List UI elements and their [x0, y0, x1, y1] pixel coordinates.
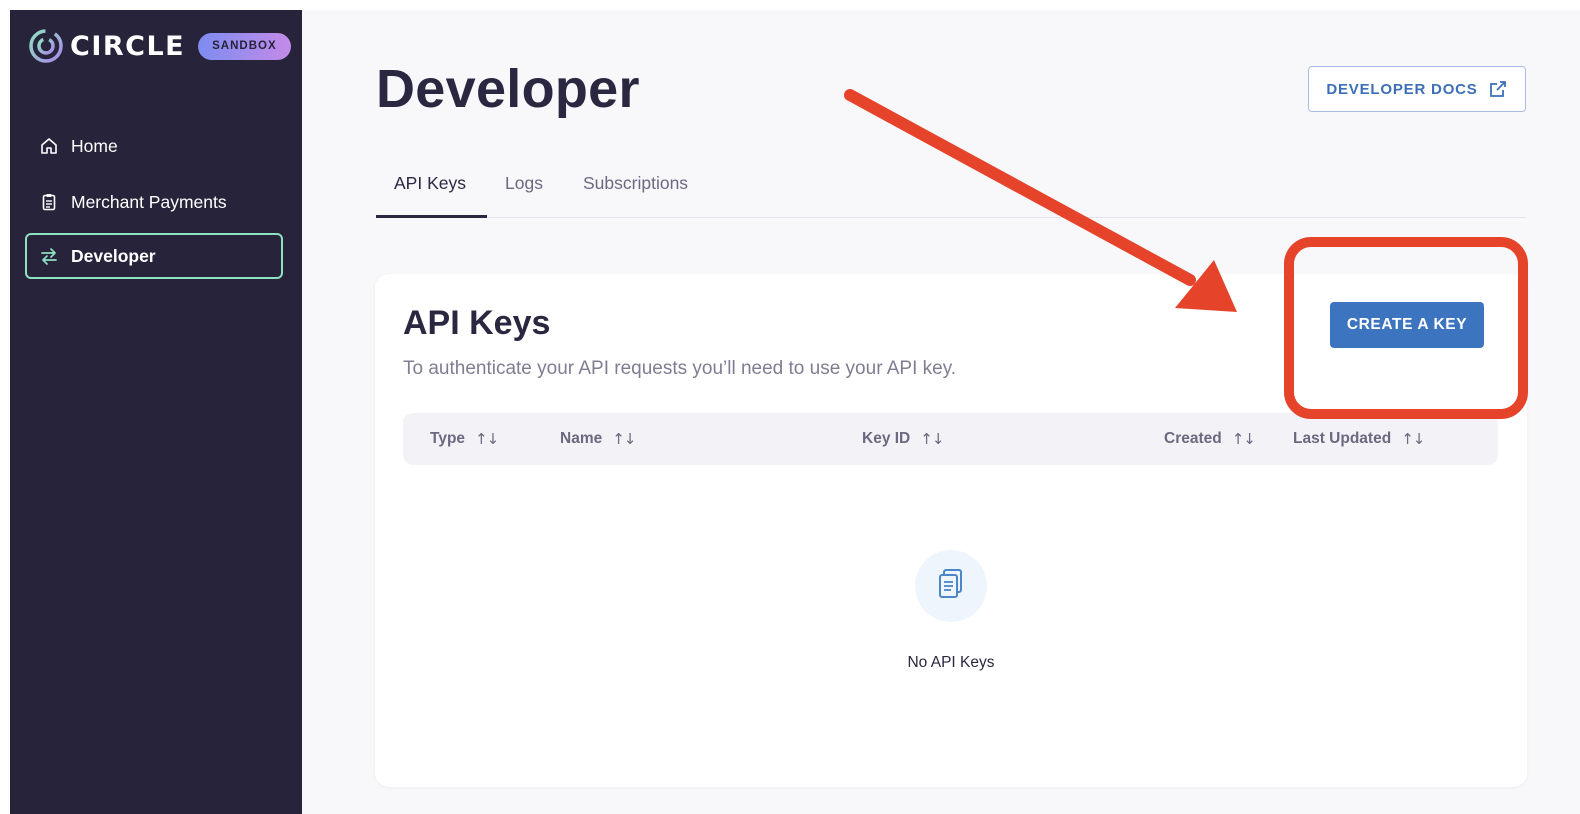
column-header-type[interactable]: Type ↑↓	[430, 413, 499, 465]
column-header-last-updated[interactable]: Last Updated ↑↓	[1293, 413, 1425, 465]
tab-bar: API Keys Logs Subscriptions	[376, 160, 1526, 218]
home-icon	[38, 135, 60, 157]
create-key-button[interactable]: CREATE A KEY	[1330, 302, 1484, 348]
sort-icon: ↑↓	[612, 430, 636, 448]
sidebar-item-label: Developer	[71, 245, 156, 266]
api-keys-card: API Keys To authenticate your API reques…	[375, 274, 1527, 787]
section-title: API Keys	[403, 304, 551, 342]
brand-logo[interactable]: CIRCLE SANDBOX	[28, 28, 291, 64]
external-link-icon	[1489, 81, 1506, 97]
empty-state-text: No API Keys	[907, 654, 995, 671]
developer-docs-button[interactable]: DEVELOPER DOCS	[1308, 66, 1526, 112]
developer-docs-label: DEVELOPER DOCS	[1326, 80, 1478, 98]
app-window: CIRCLE SANDBOX Home Merchant Payments De…	[10, 10, 1580, 814]
sort-icon: ↑↓	[1401, 430, 1425, 448]
tab-api-keys[interactable]: API Keys	[376, 160, 487, 218]
column-header-name[interactable]: Name ↑↓	[560, 413, 636, 465]
documents-icon	[915, 550, 987, 622]
section-description: To authenticate your API requests you’ll…	[403, 358, 957, 379]
tab-logs[interactable]: Logs	[505, 160, 543, 218]
arrows-exchange-icon	[38, 245, 60, 267]
sort-icon: ↑↓	[920, 430, 944, 448]
page-title: Developer	[376, 59, 640, 119]
column-header-created[interactable]: Created ↑↓	[1164, 413, 1256, 465]
circle-logo-icon	[29, 29, 63, 63]
table-header: Type ↑↓ Name ↑↓ Key ID ↑↓ Created ↑↓ Las…	[403, 413, 1498, 465]
sort-icon: ↑↓	[1231, 430, 1256, 448]
sidebar-item-label: Merchant Payments	[71, 191, 227, 212]
sidebar: CIRCLE SANDBOX Home Merchant Payments De…	[10, 10, 302, 814]
main-content: Developer DEVELOPER DOCS API Keys Logs S…	[302, 10, 1580, 814]
logo-text: CIRCLE	[70, 30, 186, 62]
tab-subscriptions[interactable]: Subscriptions	[583, 160, 688, 218]
sidebar-item-merchant-payments[interactable]: Merchant Payments	[25, 179, 283, 225]
clipboard-icon	[38, 191, 60, 213]
sidebar-item-label: Home	[71, 135, 118, 156]
column-header-key-id[interactable]: Key ID ↑↓	[862, 413, 944, 465]
sidebar-item-home[interactable]: Home	[25, 123, 283, 169]
sidebar-item-developer[interactable]: Developer	[25, 233, 283, 279]
sandbox-badge: SANDBOX	[198, 32, 291, 60]
sort-icon: ↑↓	[475, 430, 499, 448]
